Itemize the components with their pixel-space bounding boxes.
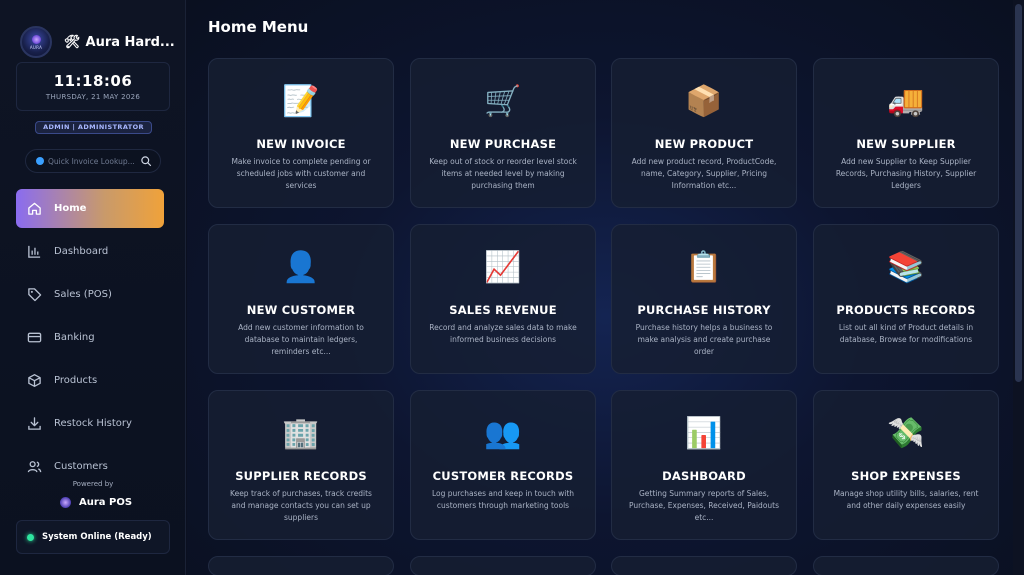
office-building-icon: 🏢 [282,416,320,451]
sidebar-item-restock-history[interactable]: Restock History [16,404,164,443]
card-supplier-records[interactable]: 🏢 SUPPLIER RECORDS Keep track of purchas… [208,390,394,540]
card-desc: Getting Summary reports of Sales, Purcha… [628,489,780,522]
card-title: NEW INVOICE [256,137,346,151]
clock-date: THURSDAY, 21 MAY 2026 [45,93,141,101]
card-purchase-history[interactable]: 📋 PURCHASE HISTORY Purchase history help… [611,224,797,374]
sidebar: AURA 🛠 Aura Hard... 11:18:06 THURSDAY, 2… [0,0,186,575]
invoice-icon: 📝 [282,84,320,119]
page-title: Home Menu [208,18,309,36]
sidebar-item-label: Products [54,375,98,386]
sidebar-item-label: Restock History [54,418,132,429]
aura-pos-logo-icon [60,496,71,508]
card-desc: Make invoice to complete pending or sche… [231,157,371,190]
download-icon [28,417,41,430]
card-title: NEW CUSTOMER [246,303,356,317]
card-title: SUPPLIER RECORDS [235,469,367,483]
card-row4-3[interactable] [611,556,797,575]
card-new-customer[interactable]: 👤 NEW CUSTOMER Add new customer informat… [208,224,394,374]
sidebar-nav: Home Dashboard Sales (POS) Banking Produ… [16,189,166,490]
card-sales-revenue[interactable]: 📈 SALES REVENUE Record and analyze sales… [410,224,596,374]
card-desc: List out all kind of Product details in … [838,323,974,344]
card-desc: Add new customer information to database… [238,323,364,356]
sidebar-item-dashboard[interactable]: Dashboard [16,232,164,271]
card-title: NEW PRODUCT [654,137,754,151]
card-desc: Add new product record, ProductCode, nam… [631,157,777,190]
chart-increasing-icon: 📈 [484,250,522,285]
truck-icon: 🚚 [887,84,925,119]
sidebar-item-sales[interactable]: Sales (POS) [16,275,164,314]
money-wings-icon: 💸 [887,416,925,451]
quick-invoice-search [25,149,161,173]
card-row4-2[interactable] [410,556,596,575]
sidebar-item-label: Sales (POS) [54,289,112,300]
card-title: PURCHASE HISTORY [637,303,771,317]
tools-icon: 🛠 [64,34,81,50]
users-icon [27,461,42,473]
card-desc: Manage shop utility bills, salaries, ren… [833,489,979,510]
sidebar-item-label: Dashboard [54,246,109,257]
brand-title-text: Aura Hard... [85,34,175,50]
search-input[interactable] [48,156,140,166]
role-badge: ADMIN | ADMINISTRATOR [35,121,152,134]
books-icon: 📚 [887,250,925,285]
card-desc: Record and analyze sales data to make in… [429,323,577,344]
status-text: System Online (Ready) [42,532,152,542]
sidebar-item-home[interactable]: Home [16,189,164,228]
card-title: CUSTOMER RECORDS [432,469,574,483]
card-new-supplier[interactable]: 🚚 NEW SUPPLIER Add new Supplier to Keep … [813,58,999,208]
cart-icon: 🛒 [484,84,522,119]
bar-chart-icon: 📊 [685,416,723,451]
scrollbar-track[interactable] [1013,0,1024,575]
person-icon: 👤 [282,250,320,285]
pos-brand: Aura POS [60,494,132,510]
card-desc: Log purchases and keep in touch with cus… [431,489,575,510]
card-row4-4[interactable] [813,556,999,575]
card-row4-1[interactable] [208,556,394,575]
search-dot-icon [36,157,44,165]
sidebar-item-label: Customers [54,461,108,472]
card-title: SHOP EXPENSES [851,469,961,483]
clock-time: 11:18:06 [53,72,133,90]
card-new-product[interactable]: 📦 NEW PRODUCT Add new product record, Pr… [611,58,797,208]
sidebar-item-label: Home [54,203,87,214]
card-title: NEW PURCHASE [449,137,557,151]
clipboard-icon: 📋 [685,250,723,285]
sidebar-item-label: Banking [54,332,95,343]
card-products-records[interactable]: 📚 PRODUCTS RECORDS List out all kind of … [813,224,999,374]
clock-widget: 11:18:06 THURSDAY, 21 MAY 2026 [16,62,170,111]
box-icon [28,374,41,387]
card-shop-expenses[interactable]: 💸 SHOP EXPENSES Manage shop utility bill… [813,390,999,540]
scrollbar-thumb[interactable] [1015,4,1022,382]
main-content: Home Menu 📝 NEW INVOICE Make invoice to … [187,0,1024,575]
card-desc: Keep out of stock or reorder level stock… [429,157,577,190]
powered-by-label: Powered by [72,480,114,488]
package-icon: 📦 [685,84,723,119]
sidebar-item-banking[interactable]: Banking [16,318,164,357]
card-desc: Add new Supplier to Keep Supplier Record… [835,157,977,190]
chart-icon [28,245,41,258]
people-icon: 👥 [484,416,522,451]
brand[interactable]: AURA 🛠 Aura Hard... [20,25,180,59]
search-icon[interactable] [140,155,152,167]
system-status: System Online (Ready) [16,520,170,554]
pos-name-text: Aura POS [79,496,133,508]
card-desc: Purchase history helps a business to mak… [635,323,773,356]
brand-title: 🛠 Aura Hard... [64,35,175,50]
card-new-invoice[interactable]: 📝 NEW INVOICE Make invoice to complete p… [208,58,394,208]
home-icon [28,202,41,215]
card-icon [27,332,42,343]
card-title: DASHBOARD [662,469,746,483]
status-online-icon [27,533,34,541]
sidebar-item-products[interactable]: Products [16,361,164,400]
card-dashboard[interactable]: 📊 DASHBOARD Getting Summary reports of S… [611,390,797,540]
tag-icon [28,288,42,302]
card-desc: Keep track of purchases, track credits a… [230,489,372,522]
card-title: PRODUCTS RECORDS [836,303,976,317]
card-title: NEW SUPPLIER [856,137,956,151]
card-customer-records[interactable]: 👥 CUSTOMER RECORDS Log purchases and kee… [410,390,596,540]
aura-logo-icon: AURA [20,26,52,58]
card-new-purchase[interactable]: 🛒 NEW PURCHASE Keep out of stock or reor… [410,58,596,208]
card-title: SALES REVENUE [449,303,557,317]
